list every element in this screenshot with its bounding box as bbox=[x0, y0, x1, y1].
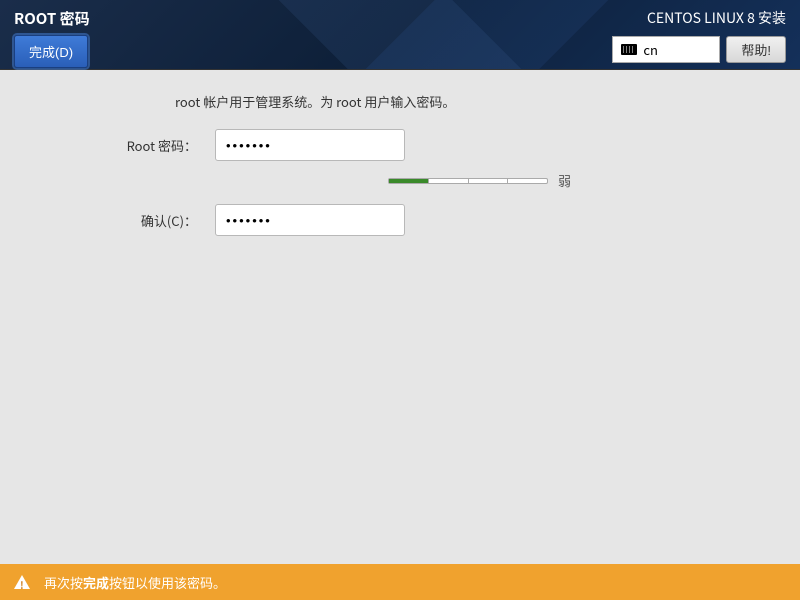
warning-icon bbox=[14, 575, 30, 589]
warning-bar: 再次按完成按钮以使用该密码。 bbox=[0, 564, 800, 600]
root-password-input[interactable] bbox=[215, 129, 405, 161]
warning-suffix: 按钮以使用该密码。 bbox=[109, 573, 226, 592]
header-bar: ROOT 密码 完成(D) CENTOS LINUX 8 安装 cn 帮助! bbox=[0, 0, 800, 70]
content-area: root 帐户用于管理系统。为 root 用户输入密码。 Root 密码： 弱 … bbox=[0, 70, 800, 268]
page-title: ROOT 密码 bbox=[14, 8, 90, 29]
password-strength-row: 弱 bbox=[388, 171, 760, 190]
strength-segment bbox=[508, 179, 547, 183]
confirm-password-input[interactable] bbox=[215, 204, 405, 236]
strength-segment bbox=[469, 179, 509, 183]
installer-title: CENTOS LINUX 8 安装 bbox=[612, 8, 786, 28]
header-left: ROOT 密码 完成(D) bbox=[14, 8, 90, 69]
keyboard-layout-label: cn bbox=[643, 40, 658, 59]
keyboard-icon bbox=[621, 44, 637, 55]
header-right: CENTOS LINUX 8 安装 cn 帮助! bbox=[612, 8, 786, 69]
root-password-row: Root 密码： bbox=[40, 129, 760, 161]
warning-prefix: 再次按 bbox=[44, 573, 83, 592]
confirm-password-label: 确认(C)： bbox=[40, 211, 215, 230]
help-button[interactable]: 帮助! bbox=[726, 36, 786, 63]
password-strength-label: 弱 bbox=[558, 171, 571, 190]
instruction-text: root 帐户用于管理系统。为 root 用户输入密码。 bbox=[175, 92, 760, 111]
topbar-controls: cn 帮助! bbox=[612, 36, 786, 63]
strength-segment bbox=[429, 179, 469, 183]
strength-segment bbox=[389, 179, 429, 183]
password-strength-meter bbox=[388, 178, 548, 184]
confirm-password-row: 确认(C)： bbox=[40, 204, 760, 236]
keyboard-layout-indicator[interactable]: cn bbox=[612, 36, 720, 63]
warning-bold: 完成 bbox=[83, 573, 109, 592]
done-button[interactable]: 完成(D) bbox=[14, 35, 88, 68]
root-password-label: Root 密码： bbox=[40, 136, 215, 155]
warning-text: 再次按完成按钮以使用该密码。 bbox=[44, 573, 226, 592]
